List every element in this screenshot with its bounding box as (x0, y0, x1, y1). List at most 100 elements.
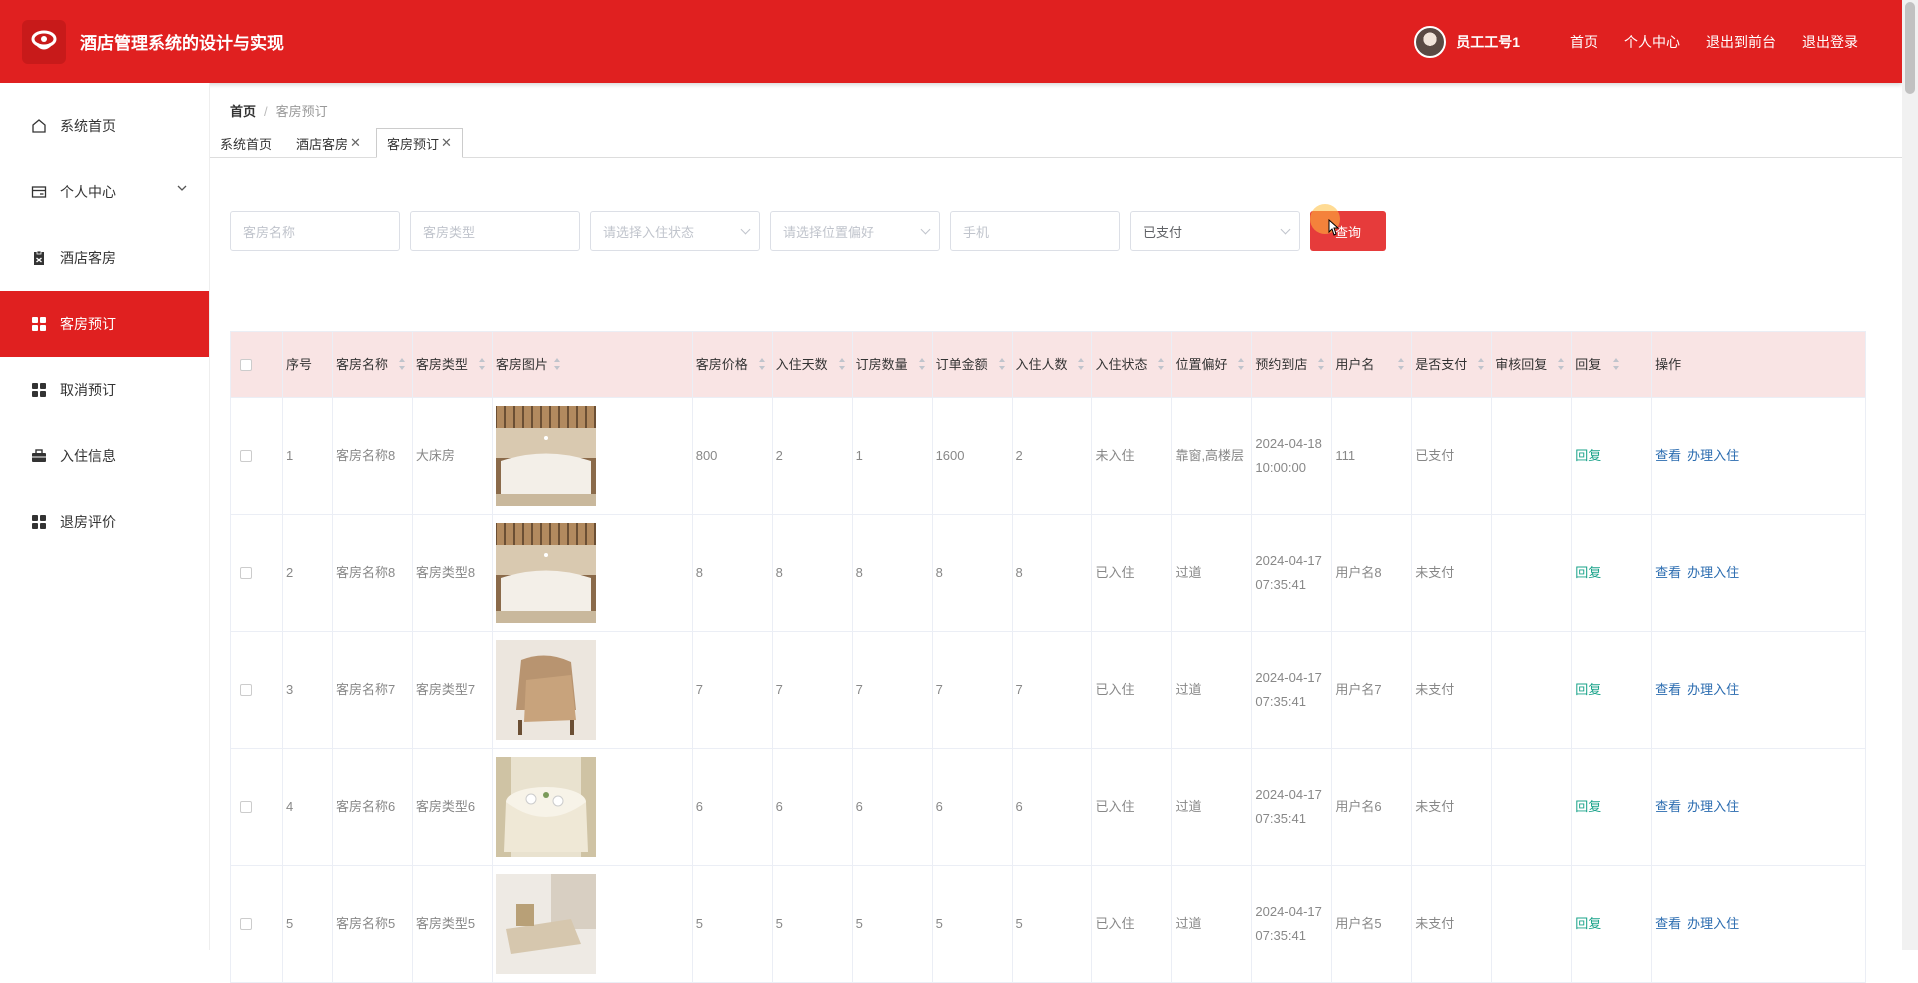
row-checkbox[interactable] (240, 450, 252, 462)
header-price[interactable]: 客房价格 (692, 332, 773, 398)
sort-icon[interactable] (758, 357, 766, 371)
cell-room-count: 6 (852, 749, 933, 866)
select-all-checkbox[interactable] (240, 358, 252, 371)
reply-link[interactable]: 回复 (1575, 795, 1601, 819)
view-link[interactable]: 查看 (1655, 678, 1681, 702)
sort-icon[interactable] (1157, 357, 1165, 371)
header-select-all[interactable] (231, 332, 283, 398)
room-image[interactable] (495, 874, 596, 974)
header-link-frontend[interactable]: 退出到前台 (1706, 32, 1776, 52)
checkin-link[interactable]: 办理入住 (1687, 795, 1739, 819)
position-pref-select[interactable]: 请选择位置偏好 (770, 211, 940, 251)
row-checkbox[interactable] (240, 567, 252, 579)
close-icon[interactable]: ✕ (350, 135, 361, 151)
reply-link[interactable]: 回复 (1575, 444, 1601, 468)
sidebar-item-label: 客房预订 (60, 316, 116, 332)
sidebar-item-room-booking[interactable]: 客房预订 (0, 291, 209, 357)
header-room-type[interactable]: 客房类型 (412, 332, 493, 398)
cell-select[interactable] (231, 749, 283, 866)
header-reply[interactable]: 回复 (1572, 332, 1653, 398)
close-icon[interactable]: ✕ (441, 135, 452, 151)
chevron-down-icon[interactable] (177, 183, 187, 193)
sort-icon[interactable] (998, 357, 1006, 371)
header-days[interactable]: 入住天数 (772, 332, 853, 398)
tab-system-home[interactable]: 系统首页 (210, 128, 282, 158)
sort-icon[interactable] (478, 357, 486, 371)
reply-link[interactable]: 回复 (1575, 912, 1601, 936)
avatar[interactable] (1414, 25, 1447, 58)
sort-icon[interactable] (1077, 357, 1085, 371)
sort-icon[interactable] (398, 357, 406, 371)
cell-people: 6 (1012, 749, 1093, 866)
room-image[interactable] (495, 406, 596, 506)
cell-room-count: 8 (852, 515, 933, 632)
vertical-scrollbar[interactable] (1902, 0, 1918, 950)
header-link-home[interactable]: 首页 (1570, 32, 1598, 52)
room-image[interactable] (495, 757, 596, 857)
cell-room-type: 大床房 (412, 398, 493, 515)
header-people[interactable]: 入住人数 (1012, 332, 1093, 398)
header-room-count[interactable]: 订房数量 (852, 332, 933, 398)
header-paid[interactable]: 是否支付 (1412, 332, 1493, 398)
paid-status-select[interactable]: 已支付 (1130, 211, 1300, 251)
room-type-input[interactable]: 客房类型 (410, 211, 580, 251)
row-checkbox[interactable] (240, 684, 252, 696)
sort-icon[interactable] (553, 357, 561, 371)
breadcrumb-home[interactable]: 首页 (230, 104, 256, 119)
checkin-link[interactable]: 办理入住 (1687, 678, 1739, 702)
scrollbar-thumb[interactable] (1905, 2, 1915, 94)
cell-select[interactable] (231, 515, 283, 632)
view-link[interactable]: 查看 (1655, 561, 1681, 585)
reply-link[interactable]: 回复 (1575, 678, 1601, 702)
sidebar-item-checkin-info[interactable]: 入住信息 (0, 423, 209, 489)
cell-amount: 8 (932, 515, 1013, 632)
header-review[interactable]: 审核回复 (1492, 332, 1573, 398)
room-name-input[interactable]: 客房名称 (230, 211, 400, 251)
sort-icon[interactable] (1397, 357, 1405, 371)
sort-icon[interactable] (1317, 357, 1325, 371)
sidebar-item-home[interactable]: 系统首页 (0, 93, 209, 159)
header-pref[interactable]: 位置偏好 (1172, 332, 1253, 398)
cell-select[interactable] (231, 866, 283, 983)
room-image[interactable] (495, 523, 596, 623)
sidebar-item-checkout-review[interactable]: 退房评价 (0, 489, 209, 555)
header-room-name[interactable]: 客房名称 (332, 332, 413, 398)
room-image[interactable] (495, 640, 596, 740)
checkin-link[interactable]: 办理入住 (1687, 444, 1739, 468)
checkin-link[interactable]: 办理入住 (1687, 561, 1739, 585)
sidebar-item-hotel-rooms[interactable]: 酒店客房 (0, 225, 209, 291)
sort-icon[interactable] (1612, 357, 1620, 371)
checkin-status-select[interactable]: 请选择入住状态 (590, 211, 760, 251)
row-checkbox[interactable] (240, 918, 252, 930)
sort-icon[interactable] (838, 357, 846, 371)
checkin-link[interactable]: 办理入住 (1687, 912, 1739, 936)
header-label: 客房图片 (495, 357, 548, 372)
user-name: 员工工号1 (1456, 33, 1520, 50)
header-username[interactable]: 用户名 (1332, 332, 1413, 398)
header-status[interactable]: 入住状态 (1092, 332, 1173, 398)
sidebar-item-cancel-booking[interactable]: 取消预订 (0, 357, 209, 423)
sort-icon[interactable] (918, 357, 926, 371)
reply-link[interactable]: 回复 (1575, 561, 1601, 585)
view-link[interactable]: 查看 (1655, 444, 1681, 468)
header-room-image[interactable]: 客房图片 (492, 332, 693, 398)
header-link-profile[interactable]: 个人中心 (1624, 32, 1680, 52)
view-link[interactable]: 查看 (1655, 795, 1681, 819)
sort-icon[interactable] (1237, 357, 1245, 371)
cell-select[interactable] (231, 632, 283, 749)
sort-icon[interactable] (1477, 357, 1485, 371)
cell-username: 用户名7 (1332, 632, 1413, 749)
sort-icon[interactable] (1557, 357, 1565, 371)
header-amount[interactable]: 订单金额 (932, 332, 1013, 398)
tab-room-booking[interactable]: 客房预订 ✕ (376, 128, 463, 158)
header-link-logout[interactable]: 退出登录 (1802, 32, 1858, 52)
view-link[interactable]: 查看 (1655, 912, 1681, 936)
tab-hotel-rooms[interactable]: 酒店客房 ✕ (286, 128, 371, 158)
header-arrival[interactable]: 预约到店 (1252, 332, 1333, 398)
sidebar-item-profile[interactable]: 个人中心 (0, 159, 209, 225)
header-label: 入住状态 (1095, 357, 1148, 372)
row-checkbox[interactable] (240, 801, 252, 813)
cell-select[interactable] (231, 398, 283, 515)
cell-reply: 回复 (1572, 749, 1653, 866)
phone-input[interactable]: 手机 (950, 211, 1120, 251)
